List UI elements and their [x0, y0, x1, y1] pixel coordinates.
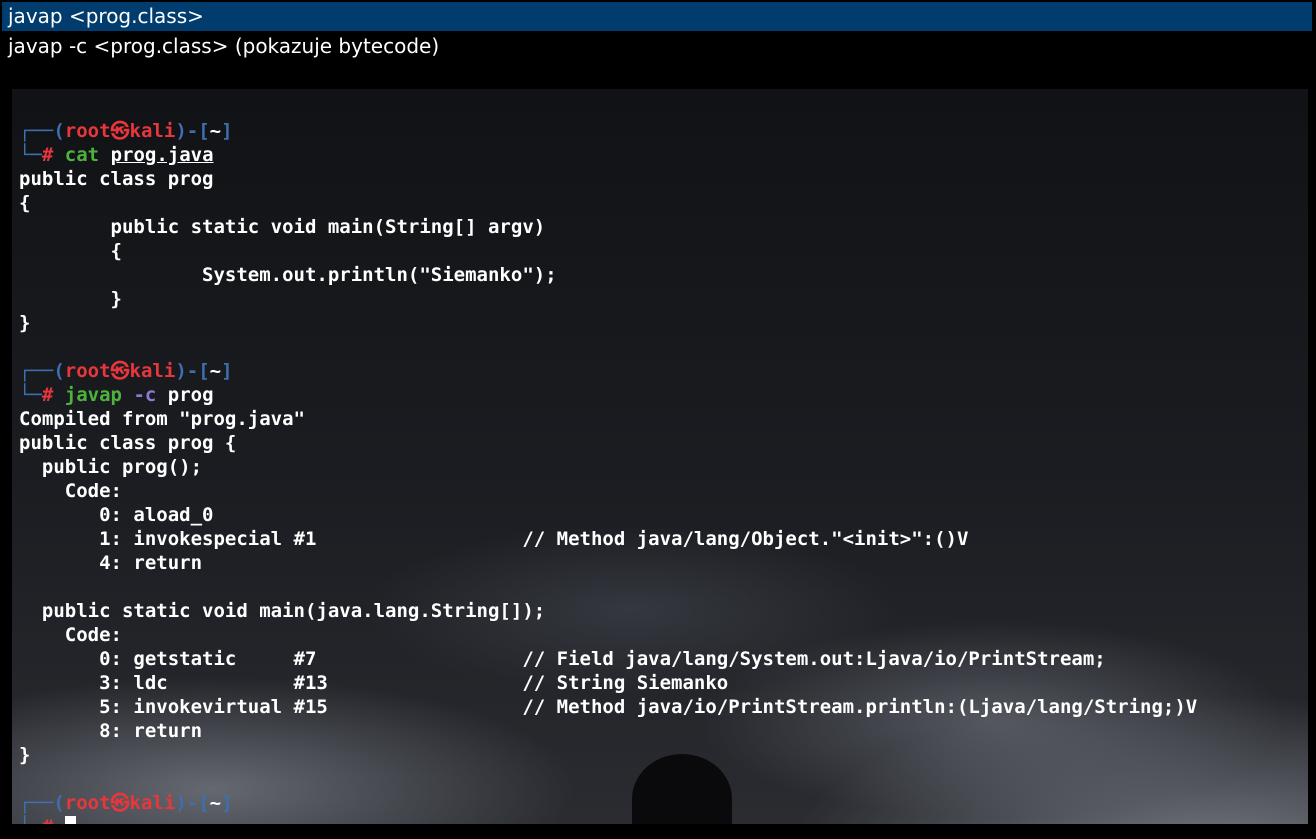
output-line: { [19, 240, 122, 262]
output-line: Compiled from "prog.java" [19, 408, 305, 430]
output-line: 3: ldc #13 // String Siemanko [19, 672, 729, 694]
output-line: } [19, 744, 31, 766]
output-line: 8: return [19, 720, 203, 742]
prompt-header: ┌──(root㉿kali)-[~] [19, 120, 233, 142]
output-line: public static void main(String[] argv) [19, 216, 546, 238]
java-source-output: public class prog{ public static void ma… [19, 167, 1308, 335]
command-name: javap [64, 384, 122, 406]
command-name: cat [64, 144, 100, 166]
prompt-header: ┌──(root㉿kali)-[~] [19, 360, 233, 382]
output-line: public static void main(java.lang.String… [19, 600, 546, 622]
command-line: └─# javap -c prog [19, 384, 214, 406]
bytecode-output: Compiled from "prog.java" public class pr… [19, 407, 1308, 767]
window-subtitle: javap -c <prog.class> (pokazuje bytecode… [2, 31, 1312, 89]
window-title: javap <prog.class> [2, 2, 1312, 31]
prompt-header: ┌──(root㉿kali)-[~] [19, 792, 233, 814]
output-line: } [19, 312, 31, 334]
output-line: } [19, 288, 122, 310]
command-argument: prog [167, 384, 214, 406]
output-line: public class prog { [19, 432, 237, 454]
terminal[interactable]: ┌──(root㉿kali)-[~] └─# cat prog.java pub… [12, 89, 1308, 824]
output-line: Code: [19, 624, 122, 646]
output-line: 0: getstatic #7 // Field java/lang/Syste… [19, 648, 1106, 670]
output-line: 4: return [19, 552, 203, 574]
output-line: 0: aload_0 [19, 504, 214, 526]
output-line: 1: invokespecial #1 // Method java/lang/… [19, 528, 969, 550]
output-line: { [19, 192, 31, 214]
command-line: └─# cat prog.java [19, 144, 214, 166]
output-line: public class prog [19, 168, 214, 190]
command-flag: -c [133, 384, 157, 406]
command-argument: prog.java [110, 144, 214, 166]
output-line: 5: invokevirtual #15 // Method java/io/P… [19, 696, 1198, 718]
output-line: public prog(); [19, 456, 203, 478]
output-line: Code: [19, 480, 122, 502]
command-line-active[interactable]: └─# [19, 815, 1308, 824]
terminal-cursor [64, 816, 76, 824]
output-line: System.out.println("Siemanko"); [19, 264, 557, 286]
